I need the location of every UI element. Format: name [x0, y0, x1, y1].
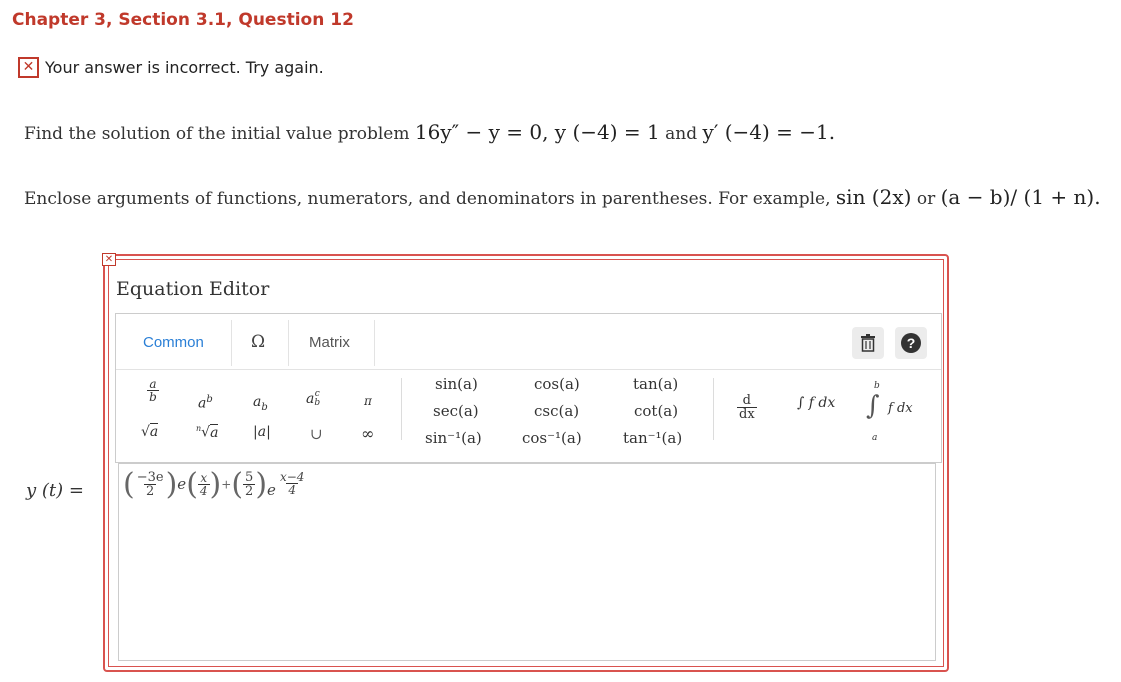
answer-expression: (−3e 2)e(x 4)+(5 2)e x−4 4 [123, 467, 306, 502]
deriv-den: dx [737, 407, 757, 422]
csc-button[interactable]: csc(a) [534, 402, 579, 420]
plus-sign: + [221, 477, 232, 492]
union-button[interactable]: ∪ [310, 425, 323, 443]
help-button[interactable]: ? [895, 327, 927, 359]
feedback-row: ✕ Your answer is incorrect. Try again. [18, 56, 324, 78]
tab-separator [231, 320, 232, 366]
arcsin-button[interactable]: sin⁻¹(a) [425, 429, 482, 447]
term2-num: 5 [245, 470, 254, 485]
nth-root-button[interactable]: n√a [196, 423, 219, 441]
definite-integral-button[interactable]: b ∫ f dx a [864, 381, 926, 445]
derivative-button[interactable]: d dx [737, 394, 757, 421]
subsup-sub: b [314, 398, 321, 408]
subscript-button[interactable]: ab [253, 394, 268, 413]
paren-open: ( [123, 467, 135, 502]
subsup-base: a [306, 391, 315, 407]
feedback-message: Your answer is incorrect. Try again. [45, 57, 324, 77]
trash-icon [861, 334, 875, 352]
infinity-button[interactable]: ∞ [361, 424, 374, 443]
sqrt-button[interactable]: √a [141, 423, 159, 440]
root-icon: √ [201, 424, 211, 441]
cot-button[interactable]: cot(a) [634, 402, 678, 420]
abs-button[interactable]: |a| [253, 424, 271, 440]
paren-close: ) [209, 467, 222, 502]
close-icon[interactable]: ✕ [102, 253, 116, 266]
sin-button[interactable]: sin(a) [435, 375, 478, 393]
exp1-den: 4 [197, 484, 210, 498]
clear-button[interactable] [852, 327, 884, 359]
term1-num: −3e [136, 470, 164, 485]
fraction-button[interactable]: a b [141, 378, 165, 403]
sec-button[interactable]: sec(a) [433, 402, 479, 420]
chapter-title: Chapter 3, Section 3.1, Question 12 [12, 10, 354, 30]
answer-label: y (t) = [26, 480, 84, 501]
tab-symbols[interactable]: Ω [251, 332, 265, 352]
close-icon: ✕ [18, 56, 39, 78]
term1-den: 2 [144, 484, 157, 499]
question-text: Find the solution of the initial value p… [24, 120, 835, 144]
editor-title: Equation Editor [116, 278, 270, 300]
instruction-text: Enclose arguments of functions, numerato… [24, 185, 1101, 209]
instruction-or: or [916, 189, 936, 209]
exp2-den: 4 [286, 483, 298, 497]
frac-den: b [147, 390, 159, 404]
integral-lower: a [872, 433, 878, 443]
integral-upper: b [874, 381, 880, 391]
toolbar-divider [116, 369, 941, 370]
sub-sup-button[interactable]: acb [306, 390, 320, 408]
instruction-example-2: (a − b)/ (1 + n). [940, 185, 1101, 209]
tab-common[interactable]: Common [143, 334, 204, 351]
sqrt-icon: √ [141, 424, 150, 440]
exp-base-1: e [177, 475, 187, 493]
paren-close: ) [255, 467, 268, 502]
pi-button[interactable]: π [364, 394, 372, 408]
frac-num: a [149, 377, 157, 391]
arctan-button[interactable]: tan⁻¹(a) [623, 429, 682, 447]
arccos-button[interactable]: cos⁻¹(a) [522, 429, 582, 447]
question-prefix: Find the solution of the initial value p… [24, 124, 410, 144]
term2-den: 2 [243, 484, 256, 499]
integral-body: f dx [888, 401, 913, 416]
instruction-body: Enclose arguments of functions, numerato… [24, 189, 831, 209]
power-exp: b [206, 394, 213, 405]
paren-close: ) [165, 467, 178, 502]
paren-open: ( [186, 467, 198, 502]
exp1-num: x [200, 471, 208, 485]
question-conjunction: and [665, 124, 698, 144]
sqrt-arg: a [149, 423, 159, 440]
palette-divider [401, 378, 402, 440]
paren-open: ( [231, 467, 244, 502]
integral-button[interactable]: ∫ f dx [797, 395, 835, 411]
palette-divider [713, 378, 714, 440]
question-equation: 16y″ − y = 0, y (−4) = 1 [414, 120, 660, 144]
tan-button[interactable]: tan(a) [633, 375, 678, 393]
integral-icon: ∫ [866, 391, 880, 421]
power-button[interactable]: ab [198, 394, 213, 412]
deriv-num: d [742, 393, 751, 408]
instruction-example-1: sin (2x) [835, 185, 912, 209]
tab-separator [374, 320, 375, 366]
cos-button[interactable]: cos(a) [534, 375, 580, 393]
question-condition: y′ (−4) = −1. [702, 120, 836, 144]
help-icon: ? [901, 333, 921, 353]
tab-separator [288, 320, 289, 366]
exp-base-2: e [267, 481, 276, 499]
sub-index: b [261, 401, 268, 413]
exp2-num: x−4 [279, 470, 305, 484]
nroot-base: a [210, 423, 219, 441]
tab-matrix[interactable]: Matrix [309, 334, 350, 351]
